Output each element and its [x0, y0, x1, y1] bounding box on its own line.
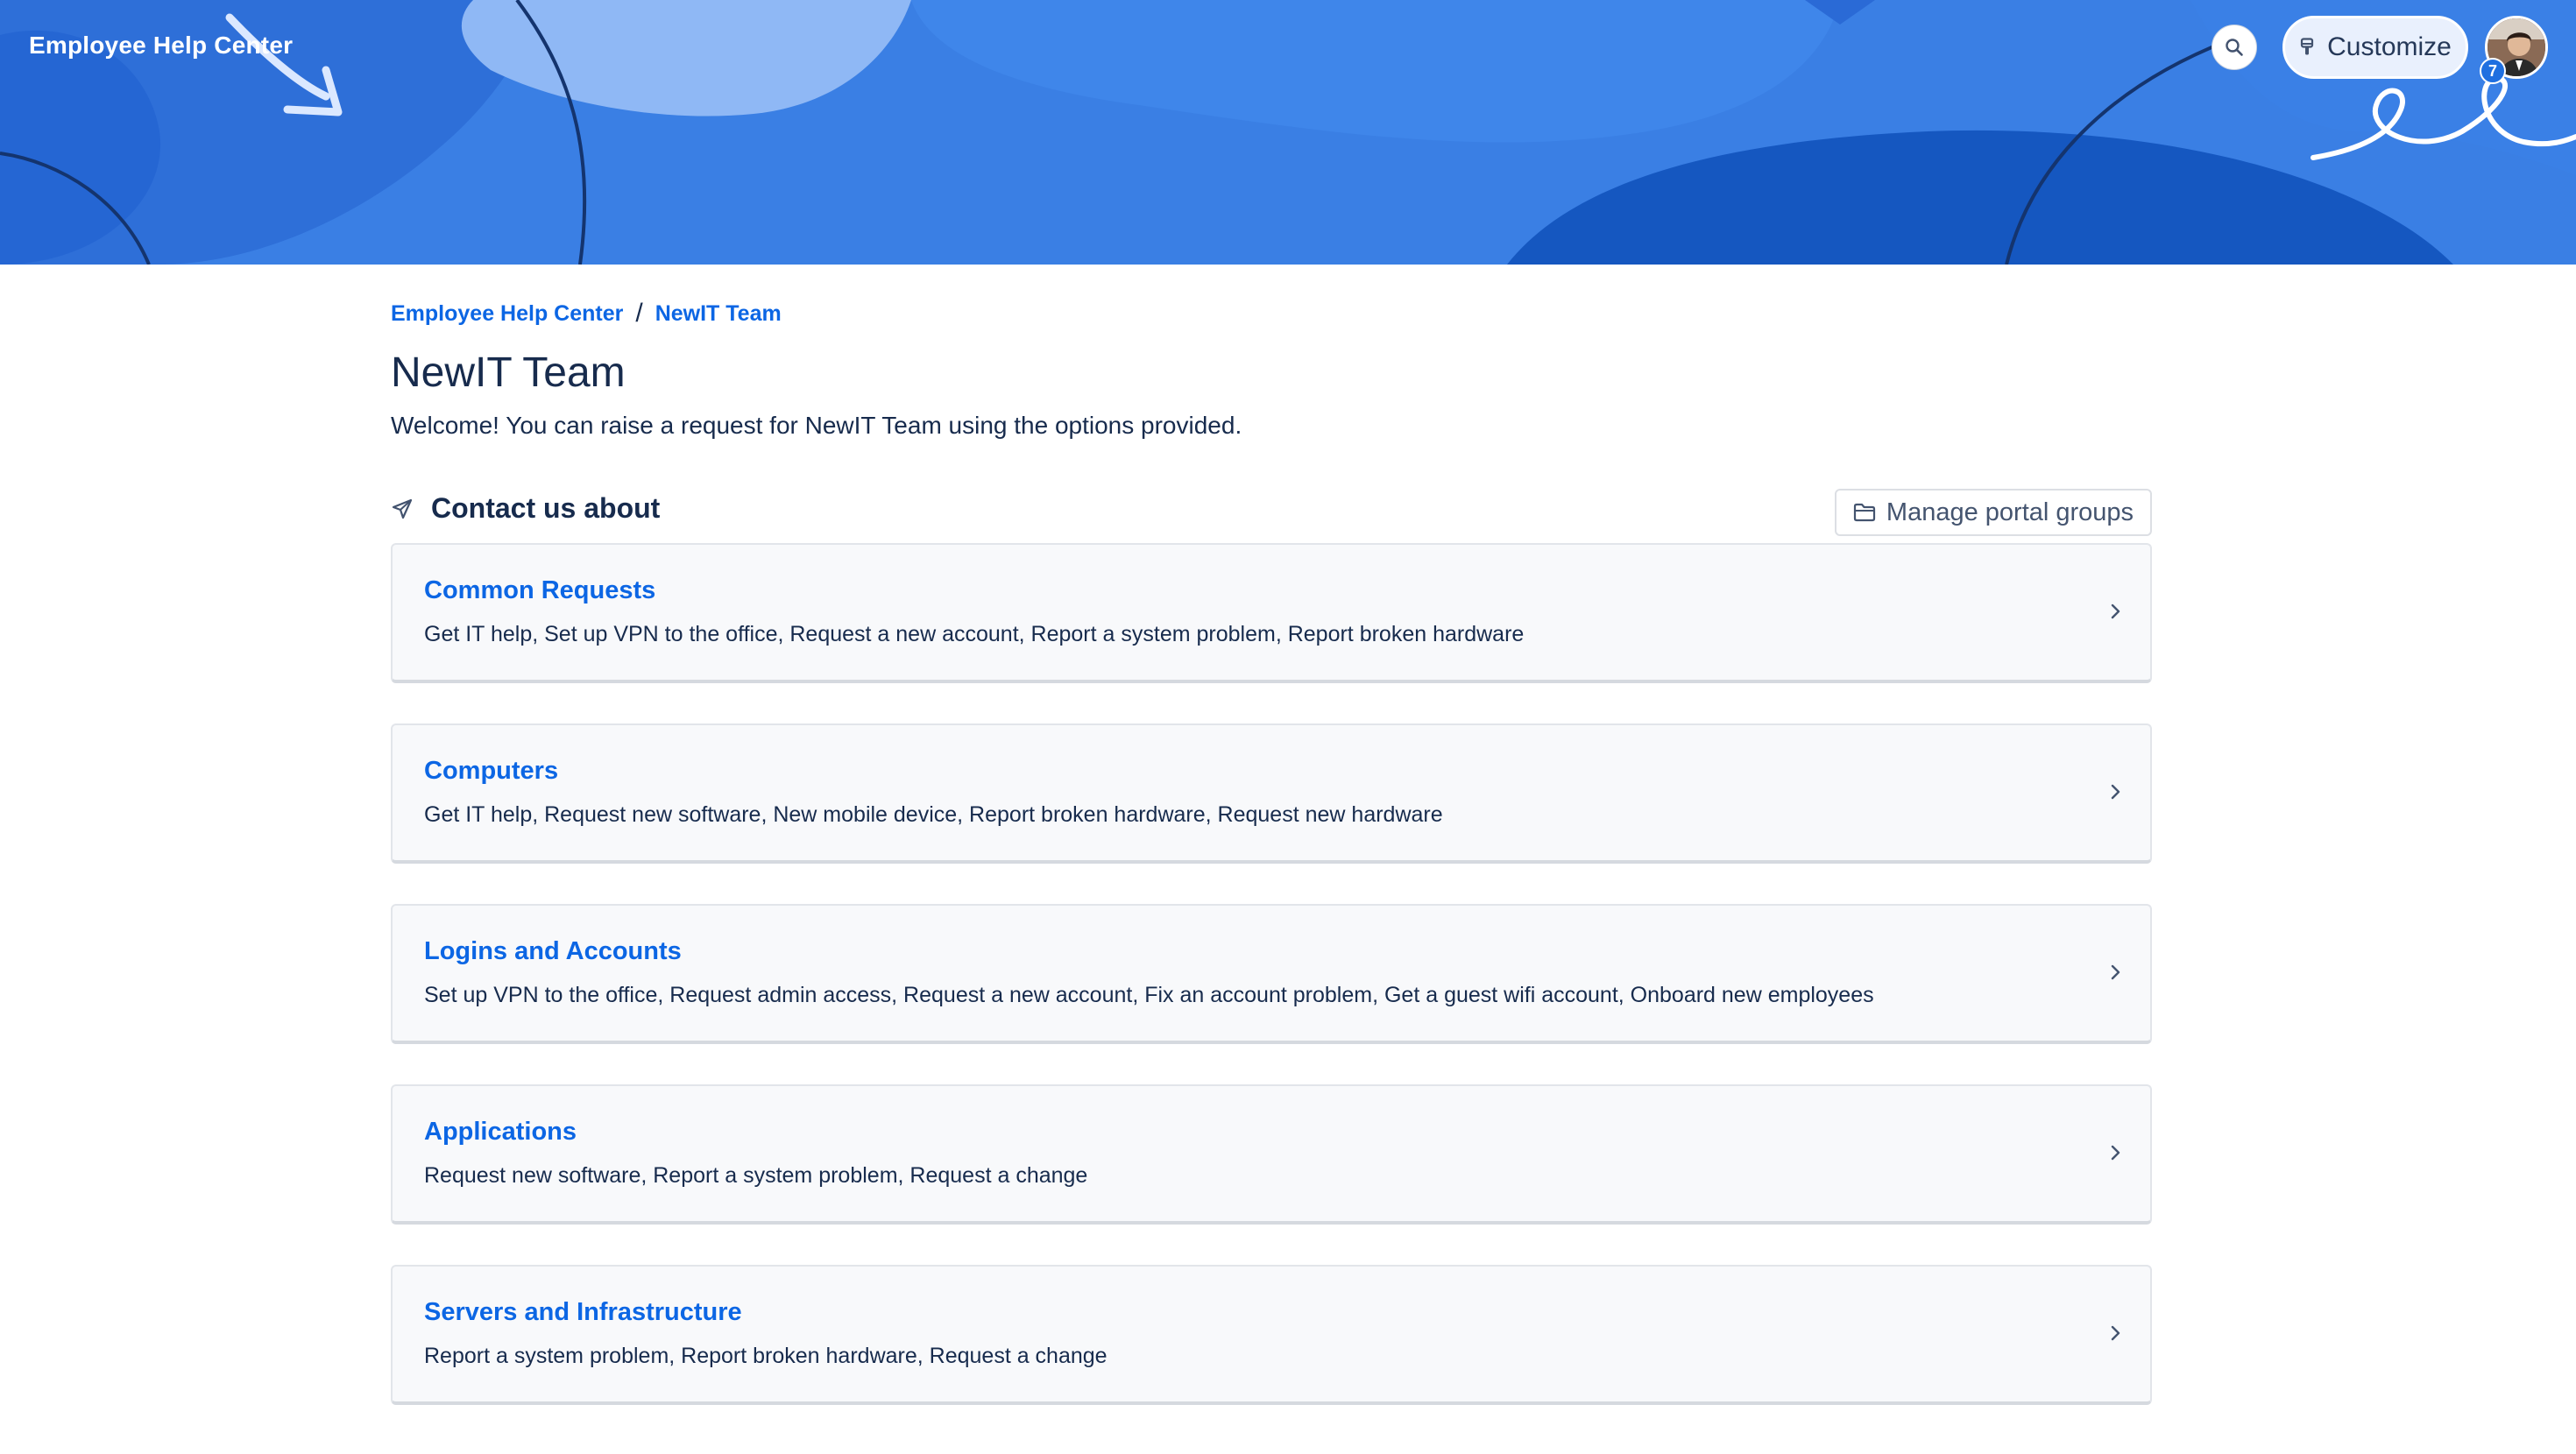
card-description: Get IT help, Set up VPN to the office, R… — [424, 622, 1525, 646]
breadcrumb-separator: / — [635, 299, 643, 328]
card-title[interactable]: Applications — [424, 1118, 577, 1147]
customize-label: Customize — [2327, 32, 2452, 61]
card-title[interactable]: Common Requests — [424, 576, 655, 605]
site-title[interactable]: Employee Help Center — [29, 32, 293, 60]
portal-group-card-logins-and-accounts[interactable]: Logins and Accounts Set up VPN to the of… — [391, 904, 2152, 1044]
main-content: Employee Help Center / NewIT Team NewIT … — [391, 298, 2152, 1405]
notification-badge: 7 — [2480, 58, 2506, 84]
card-description: Request new software, Report a system pr… — [424, 1163, 1088, 1188]
folder-icon — [1853, 503, 1876, 522]
paper-plane-icon — [392, 498, 413, 519]
card-description: Get IT help, Request new software, New m… — [424, 802, 1443, 827]
section-title: Contact us about — [391, 492, 660, 525]
chevron-right-icon — [2111, 964, 2120, 980]
manage-portal-groups-button[interactable]: Manage portal groups — [1835, 489, 2152, 536]
chevron-right-icon — [2111, 1325, 2120, 1341]
page-title: NewIT Team — [391, 349, 626, 396]
portal-group-card-computers[interactable]: Computers Get IT help, Request new softw… — [391, 723, 2152, 864]
chevron-right-icon — [2111, 603, 2120, 619]
manage-portal-groups-label: Manage portal groups — [1886, 498, 2134, 526]
customize-button[interactable]: Customize — [2282, 16, 2468, 79]
search-button[interactable] — [2212, 25, 2257, 70]
card-title[interactable]: Logins and Accounts — [424, 937, 682, 966]
breadcrumb-link-newit-team[interactable]: NewIT Team — [655, 301, 782, 327]
card-title[interactable]: Servers and Infrastructure — [424, 1298, 742, 1327]
card-description: Set up VPN to the office, Request admin … — [424, 983, 1874, 1007]
chevron-right-icon — [2111, 1145, 2120, 1161]
section-title-text: Contact us about — [431, 492, 661, 524]
breadcrumb-link-help-center[interactable]: Employee Help Center — [391, 301, 623, 327]
chevron-right-icon — [2111, 784, 2120, 800]
breadcrumb: Employee Help Center / NewIT Team — [391, 298, 2152, 329]
page-intro: Welcome! You can raise a request for New… — [391, 412, 1242, 439]
portal-group-card-applications[interactable]: Applications Request new software, Repor… — [391, 1084, 2152, 1225]
search-icon — [2226, 39, 2243, 56]
card-title[interactable]: Computers — [424, 757, 558, 786]
banner-decoration — [0, 0, 2576, 265]
card-description: Report a system problem, Report broken h… — [424, 1344, 1108, 1368]
paintbrush-icon — [2301, 38, 2314, 55]
portal-group-card-servers-and-infrastructure[interactable]: Servers and Infrastructure Report a syst… — [391, 1265, 2152, 1405]
header-banner: Employee Help Center Customize 7 — [0, 0, 2576, 265]
section-header: Contact us about Manage portal groups — [391, 487, 2152, 540]
portal-group-card-common-requests[interactable]: Common Requests Get IT help, Set up VPN … — [391, 543, 2152, 683]
